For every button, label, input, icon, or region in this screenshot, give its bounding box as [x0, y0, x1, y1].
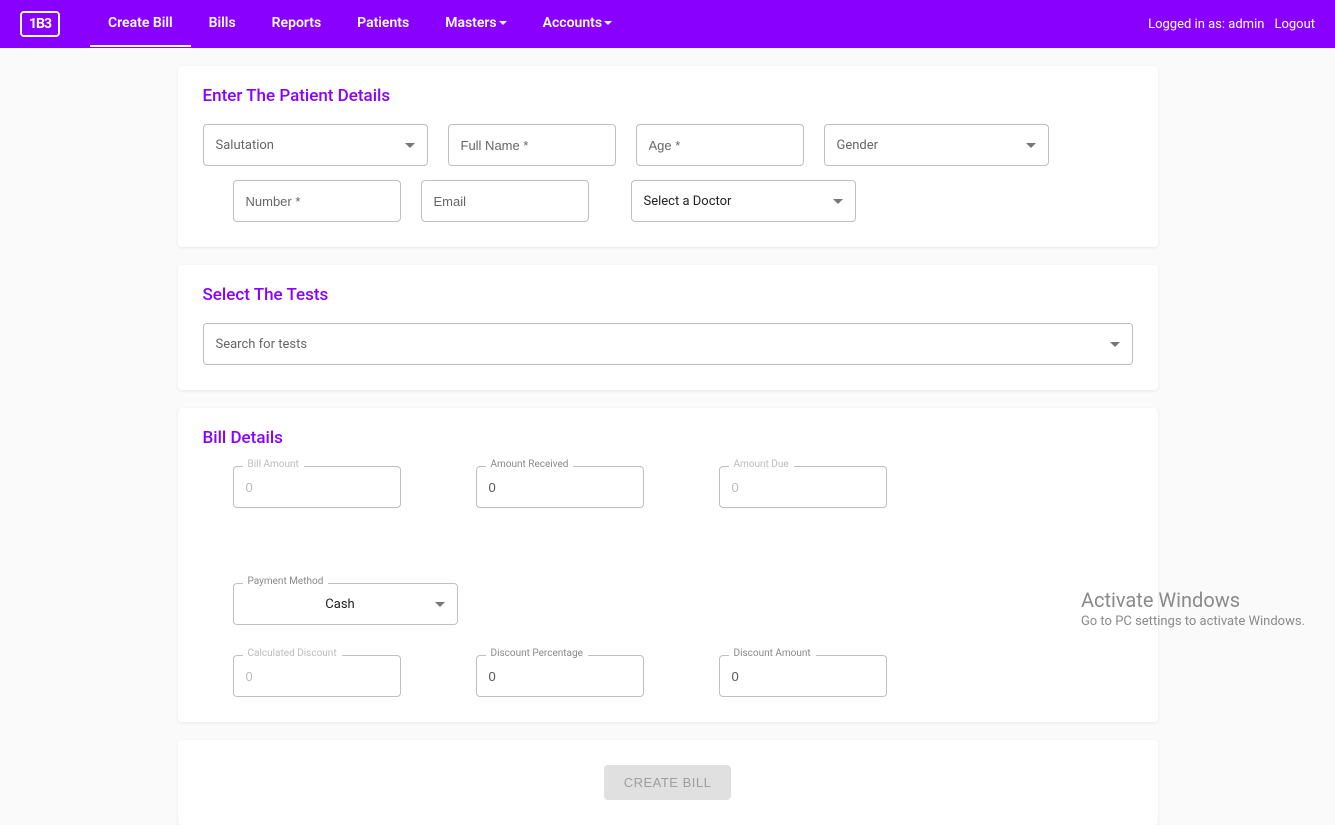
nav-label: Reports: [272, 15, 322, 31]
amount-due-input: [719, 466, 887, 508]
watermark-sub: Go to PC settings to activate Windows.: [1081, 614, 1305, 629]
logout-link[interactable]: Logout: [1274, 17, 1315, 32]
nav-label: Bills: [209, 15, 236, 31]
disc-percent-input[interactable]: [476, 655, 644, 697]
nav-label: Accounts: [543, 15, 602, 31]
submit-card: CREATE BILL: [178, 740, 1158, 825]
patient-details-card: Enter The Patient Details Salutation Gen…: [178, 66, 1158, 247]
amount-received-input[interactable]: [476, 466, 644, 508]
select-tests-card: Select The Tests Search for tests: [178, 265, 1158, 390]
nav-bills[interactable]: Bills: [191, 1, 254, 47]
calc-discount-input: [233, 655, 401, 697]
chevron-down-icon: [1110, 342, 1120, 347]
chevron-down-icon: [833, 199, 843, 204]
logo[interactable]: 1B3: [20, 11, 60, 37]
chevron-down-icon: [405, 143, 415, 148]
chevron-down-icon: [435, 602, 445, 607]
bill-details-card: Bill Details Bill Amount Amount Received…: [178, 408, 1158, 722]
age-input[interactable]: [636, 124, 804, 166]
bill-amount-input: [233, 466, 401, 508]
nav-reports[interactable]: Reports: [254, 1, 340, 47]
watermark-title: Activate Windows: [1081, 588, 1305, 612]
card-title-bill: Bill Details: [203, 428, 1133, 448]
nav-right: Logged in as: admin Logout: [1148, 17, 1315, 32]
card-title-patient: Enter The Patient Details: [203, 86, 1133, 106]
salutation-label: Salutation: [216, 138, 274, 153]
nav-accounts[interactable]: Accounts: [525, 1, 630, 47]
payment-method-select[interactable]: Cash: [233, 583, 458, 625]
card-title-tests: Select The Tests: [203, 285, 1133, 305]
logged-in-text: Logged in as: admin: [1148, 17, 1264, 32]
doctor-select[interactable]: Select a Doctor: [631, 180, 856, 222]
nav-patients[interactable]: Patients: [339, 1, 427, 47]
chevron-down-icon: [499, 21, 507, 25]
chevron-down-icon: [604, 21, 612, 25]
salutation-select[interactable]: Salutation: [203, 124, 428, 166]
disc-amount-input[interactable]: [719, 655, 887, 697]
nav-create-bill[interactable]: Create Bill: [90, 1, 191, 47]
search-tests-label: Search for tests: [216, 337, 308, 352]
navbar: 1B3 Create Bill Bills Reports Patients M…: [0, 0, 1335, 48]
disc-percent-label: Discount Percentage: [486, 648, 588, 659]
amount-due-label: Amount Due: [729, 459, 794, 470]
bill-amount-label: Bill Amount: [243, 459, 304, 470]
windows-watermark: Activate Windows Go to PC settings to ac…: [1081, 588, 1305, 629]
payment-method-label: Payment Method: [243, 576, 329, 587]
doctor-label: Select a Doctor: [644, 194, 732, 209]
calc-discount-label: Calculated Discount: [243, 648, 342, 659]
nav-masters[interactable]: Masters: [427, 1, 524, 47]
disc-amount-label: Discount Amount: [729, 648, 816, 659]
chevron-down-icon: [1026, 143, 1036, 148]
payment-method-value: Cash: [246, 597, 435, 612]
gender-label: Gender: [837, 138, 879, 153]
nav-label: Patients: [357, 15, 409, 31]
gender-select[interactable]: Gender: [824, 124, 1049, 166]
nav-label: Create Bill: [108, 15, 173, 31]
nav-items: Create Bill Bills Reports Patients Maste…: [90, 1, 630, 47]
nav-label: Masters: [445, 15, 496, 31]
full-name-input[interactable]: [448, 124, 616, 166]
create-bill-button[interactable]: CREATE BILL: [604, 765, 732, 800]
number-input[interactable]: [233, 180, 401, 222]
amount-received-label: Amount Received: [486, 459, 574, 470]
email-input[interactable]: [421, 180, 589, 222]
search-tests-select[interactable]: Search for tests: [203, 323, 1133, 365]
